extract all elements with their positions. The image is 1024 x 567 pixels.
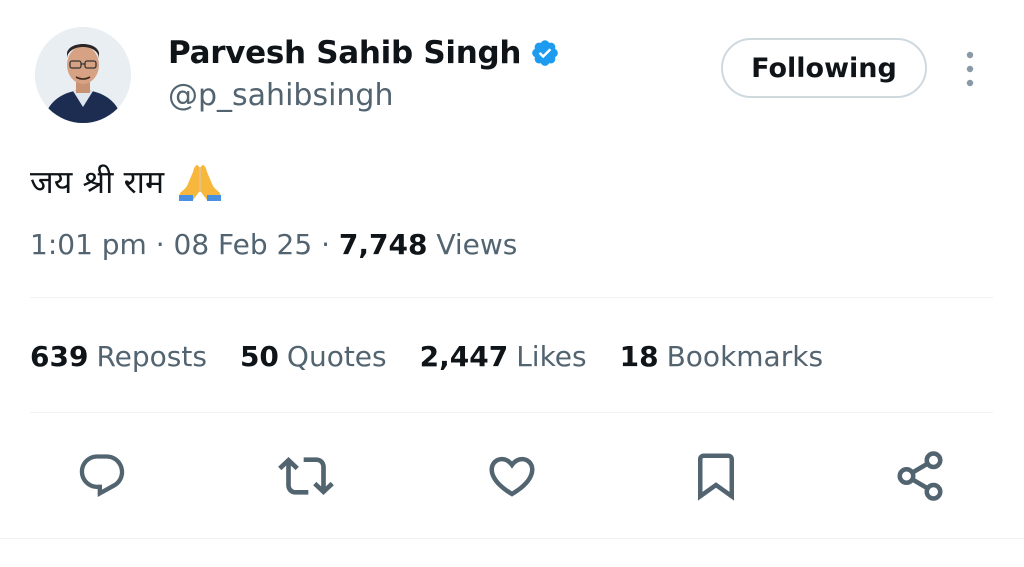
stat-count: 50	[239, 340, 279, 373]
stat-count: 639	[30, 340, 89, 373]
quotes-stat[interactable]: 50 Quotes	[240, 340, 387, 373]
reply-button[interactable]	[74, 448, 130, 504]
more-options-icon[interactable]	[962, 50, 978, 88]
reply-icon	[79, 454, 125, 498]
divider	[30, 412, 993, 413]
author-handle[interactable]: @p_sahibsingh	[168, 78, 393, 113]
stat-label: Reposts	[96, 340, 207, 373]
meta-separator: ·	[312, 228, 339, 261]
stat-label: Likes	[516, 340, 587, 373]
stat-label: Quotes	[286, 340, 387, 373]
avatar-photo	[35, 27, 131, 123]
reposts-stat[interactable]: 639 Reposts	[30, 340, 207, 373]
stat-count: 18	[619, 340, 659, 373]
avatar[interactable]	[35, 27, 131, 123]
views-label: Views	[427, 228, 518, 261]
repost-icon	[278, 457, 334, 495]
meta-separator: ·	[146, 228, 174, 261]
tweet-date[interactable]: 08 Feb 25	[174, 228, 313, 261]
tweet-text-content: जय श्री राम	[30, 163, 165, 201]
verified-badge-icon	[532, 40, 558, 66]
views-count: 7,748	[338, 228, 428, 261]
repost-button[interactable]	[278, 448, 334, 504]
divider	[30, 297, 993, 298]
tweet-time[interactable]: 1:01 pm	[30, 228, 147, 261]
share-button[interactable]	[892, 448, 948, 504]
bookmark-icon	[698, 453, 734, 501]
tweet-text: जय श्री राम	[30, 160, 224, 203]
author-name-text: Parvesh Sahib Singh	[168, 35, 522, 71]
stat-count: 2,447	[419, 340, 509, 373]
like-icon	[489, 456, 535, 497]
like-button[interactable]	[484, 448, 540, 504]
tweet-meta: 1:01 pm · 08 Feb 25 · 7,748 Views	[30, 228, 517, 261]
divider	[0, 538, 1024, 539]
author-name[interactable]: Parvesh Sahib Singh	[168, 35, 560, 71]
folded-hands-emoji	[179, 164, 222, 201]
tweet-stats: 639 Reposts 50 Quotes 2,447 Likes 18 Bookmar…	[30, 340, 856, 373]
bookmarks-stat[interactable]: 18 Bookmarks	[620, 340, 823, 373]
bookmark-button[interactable]	[688, 448, 744, 504]
stat-label: Bookmarks	[666, 340, 824, 373]
following-button[interactable]: Following	[721, 38, 927, 98]
likes-stat[interactable]: 2,447 Likes	[420, 340, 587, 373]
share-icon	[897, 451, 943, 501]
